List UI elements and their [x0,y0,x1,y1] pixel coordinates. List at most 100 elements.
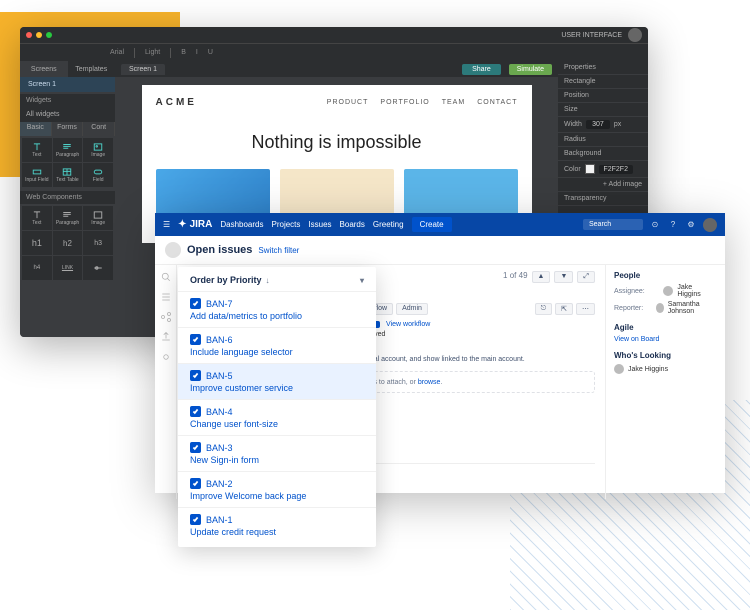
prev-button[interactable]: ▲ [532,271,551,283]
bold-icon[interactable]: B [181,49,186,56]
italic-icon[interactable]: I [196,49,198,56]
notifications-icon[interactable]: ⊙ [649,219,661,231]
switch-filter[interactable]: Switch filter [258,246,299,255]
jira-avatar[interactable] [703,218,717,232]
view-workflow[interactable]: View workflow [386,321,430,328]
color-input[interactable]: F2F2F2 [599,165,633,174]
canvas-tab[interactable]: Screen 1 [121,64,165,75]
assignee-avatar [663,286,673,296]
issue-item[interactable]: BAN-1Update credit request [178,507,376,543]
tab-screens[interactable]: Screens [20,61,68,77]
create-button[interactable]: Create [412,217,452,232]
width-input[interactable]: 307 [586,120,610,129]
reporter-avatar [656,303,664,313]
widget-h2[interactable]: h2 [53,231,83,255]
widget-image2[interactable]: Image [83,206,113,230]
gear-icon[interactable] [160,351,172,363]
cat-cont[interactable]: Cont [83,122,115,136]
widget-h1[interactable]: h1 [22,231,52,255]
hero-text: Nothing is impossible [142,120,532,169]
issue-item[interactable]: BAN-4Change user font-size [178,399,376,435]
widget-image[interactable]: Image [83,138,113,162]
nav-greeting[interactable]: Greeting [373,220,404,229]
view-board-link[interactable]: View on Board [614,336,717,343]
browse-link[interactable]: browse [418,379,441,386]
widget-slider[interactable] [83,256,113,280]
widget-para2[interactable]: Paragraph [53,206,83,230]
issue-item[interactable]: BAN-7Add data/metrics to portfolio [178,291,376,327]
task-icon [190,478,201,489]
cat-forms[interactable]: Forms [52,122,84,136]
expand-button[interactable]: ⤢ [577,271,595,283]
nav-team[interactable]: TEAM [442,99,465,106]
more-btn[interactable]: ⋯ [576,303,595,315]
widget-paragraph[interactable]: Paragraph [53,138,83,162]
agile-header: Agile [614,323,717,332]
issue-summary: Improve customer service [190,383,364,393]
search-icon[interactable] [160,271,172,283]
widget-field[interactable]: Field [83,163,113,187]
prop-size[interactable]: Size [558,103,648,117]
settings-icon[interactable]: ⚙ [685,219,697,231]
jira-header: ☰ ✦JIRA Dashboards Projects Issues Board… [155,213,725,236]
nav-boards[interactable]: Boards [340,220,365,229]
jira-rail [155,265,177,499]
help-icon[interactable]: ? [667,219,679,231]
task-icon [190,334,201,345]
nav-projects[interactable]: Projects [272,220,301,229]
prop-transparency[interactable]: Transparency [558,192,648,206]
share-btn[interactable]: ⎋ [535,303,553,315]
underline-icon[interactable]: U [208,49,213,56]
nav-contact[interactable]: CONTACT [477,99,517,106]
nav-issues[interactable]: Issues [308,220,331,229]
search-input[interactable]: Search [583,219,643,230]
prop-position[interactable]: Position [558,89,648,103]
issue-item[interactable]: BAN-2Improve Welcome back page [178,471,376,507]
screen-item[interactable]: Screen 1 [20,77,115,92]
jira-logo[interactable]: ✦JIRA [178,219,212,230]
page-logo: ACME [156,97,197,108]
nav-product[interactable]: PRODUCT [327,99,369,106]
widgets-header: Widgets [20,94,115,107]
issue-item[interactable]: BAN-6Include language selector [178,327,376,363]
font-select[interactable]: Arial [110,49,124,56]
widget-h3[interactable]: h3 [83,231,113,255]
widget-text2[interactable]: Text [22,206,52,230]
prop-radius[interactable]: Radius [558,133,648,147]
issue-item[interactable]: BAN-3New Sign-in form [178,435,376,471]
add-image[interactable]: + Add image [558,178,648,192]
widget-input[interactable]: Input Field [22,163,52,187]
jira-subheader: Open issues Switch filter [155,236,725,265]
maximize-dot[interactable] [46,32,52,38]
chevron-down-icon[interactable]: ▾ [360,276,364,285]
widget-table[interactable]: Text Table [53,163,83,187]
pager: 1 of 49 [503,271,527,283]
nav-portfolio[interactable]: PORTFOLIO [380,99,429,106]
nav-dashboards[interactable]: Dashboards [220,220,263,229]
color-swatch[interactable] [585,164,595,174]
issue-list-header[interactable]: Order by Priority ↓ ▾ [178,267,376,291]
share-button[interactable]: Share [462,64,501,75]
export-btn[interactable]: ⇱ [555,303,573,315]
widget-h4[interactable]: h4 [22,256,52,280]
list-icon[interactable] [160,291,172,303]
share-icon[interactable] [160,311,172,323]
user-label: USER INTERFACE [561,32,622,39]
sort-icon[interactable]: ↓ [266,276,270,285]
admin-btn[interactable]: Admin [396,303,428,315]
tab-templates[interactable]: Templates [68,61,116,77]
close-dot[interactable] [26,32,32,38]
simulate-button[interactable]: Simulate [509,64,552,75]
mode-select[interactable]: Light [145,49,160,56]
minimize-dot[interactable] [36,32,42,38]
cat-basic[interactable]: Basic [20,122,52,136]
export-icon[interactable] [160,331,172,343]
avatar[interactable] [628,28,642,42]
menu-icon[interactable]: ☰ [163,220,170,229]
prop-background[interactable]: Background [558,147,648,161]
widget-text[interactable]: Text [22,138,52,162]
next-button[interactable]: ▼ [554,271,573,283]
all-widgets[interactable]: All widgets [20,107,115,122]
widget-link[interactable]: LINK [53,256,83,280]
issue-item[interactable]: BAN-5Improve customer service [178,363,376,399]
